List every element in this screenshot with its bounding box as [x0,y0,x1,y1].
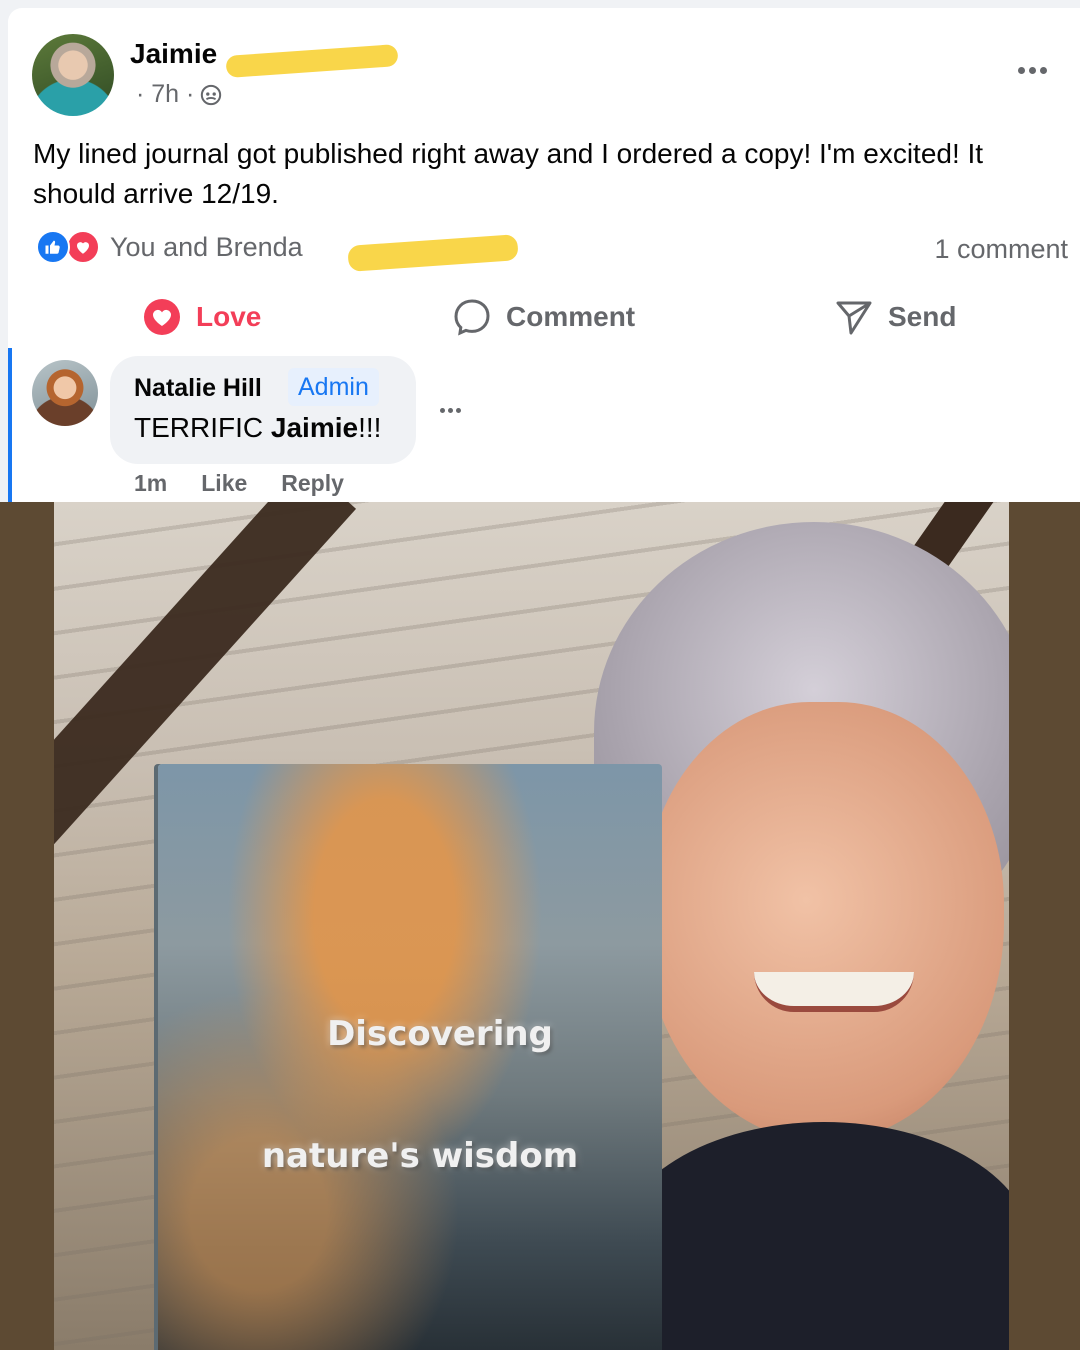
send-label: Send [888,301,957,332]
commenter-avatar[interactable] [32,360,98,426]
comment-bubble: Natalie Hill Admin TERRIFIC Jaimie!!! [110,356,416,464]
comment-mention[interactable]: Jaimie [271,412,358,443]
more-dot-icon [456,408,461,413]
post-meta: · 7h · [136,80,222,109]
comment-actions: 1m Like Reply [134,470,344,497]
reaction-summary[interactable]: You and Brenda [36,230,303,264]
post-card: Jaimie · 7h · My lined journal got publi… [8,8,1080,502]
redaction-mark [347,234,519,272]
more-dot-icon [440,408,445,413]
comment-time[interactable]: 1m [134,470,167,497]
person-face [644,702,1004,1142]
love-reaction-icon [66,230,100,264]
post-action-bar: Love Comment Send [8,292,1080,342]
book-title-line-1: Discovering [327,1014,553,1054]
commenter-name[interactable]: Natalie Hill [134,374,262,403]
comment-options-button[interactable] [440,408,461,413]
comment-count-link[interactable]: 1 comment [934,234,1068,265]
comment-like-button[interactable]: Like [201,470,247,497]
journal-book: Discovering nature's wisdom [158,764,662,1350]
more-dot-icon [448,408,453,413]
comment-text-suffix: !!! [358,412,382,443]
love-icon [144,299,180,335]
post-photo-container: Discovering nature's wisdom [0,502,1080,1350]
post-body-text: My lined journal got published right awa… [33,138,984,209]
post-author-name[interactable]: Jaimie [130,38,217,70]
like-reaction-icon [36,230,70,264]
send-icon [836,301,872,335]
comment-icon [454,299,490,336]
book-title-line-2: nature's wisdom [261,1136,579,1176]
reaction-names: You and Brenda [110,231,303,262]
redaction-mark [225,44,399,78]
comment-text-prefix: TERRIFIC [134,412,271,443]
comment-reply-button[interactable]: Reply [281,470,344,497]
comment-button[interactable]: Comment [452,292,635,342]
post-photo[interactable]: Discovering nature's wisdom [54,502,1009,1350]
author-avatar[interactable] [32,34,114,116]
love-label: Love [196,301,262,332]
friends-group-icon [201,84,222,105]
more-dot-icon [1039,66,1047,74]
more-dot-icon [1028,66,1036,74]
post-time[interactable]: · 7h · [136,80,194,109]
send-button[interactable]: Send [834,292,956,342]
comment-text: TERRIFIC Jaimie!!! [134,412,381,444]
comment-thread-indicator [8,348,12,502]
person-smile [754,972,914,1012]
comment-label: Comment [506,301,636,332]
admin-badge: Admin [288,368,379,406]
more-dot-icon [1017,66,1025,74]
post-options-button[interactable] [1012,58,1052,82]
love-button[interactable]: Love [142,292,261,342]
